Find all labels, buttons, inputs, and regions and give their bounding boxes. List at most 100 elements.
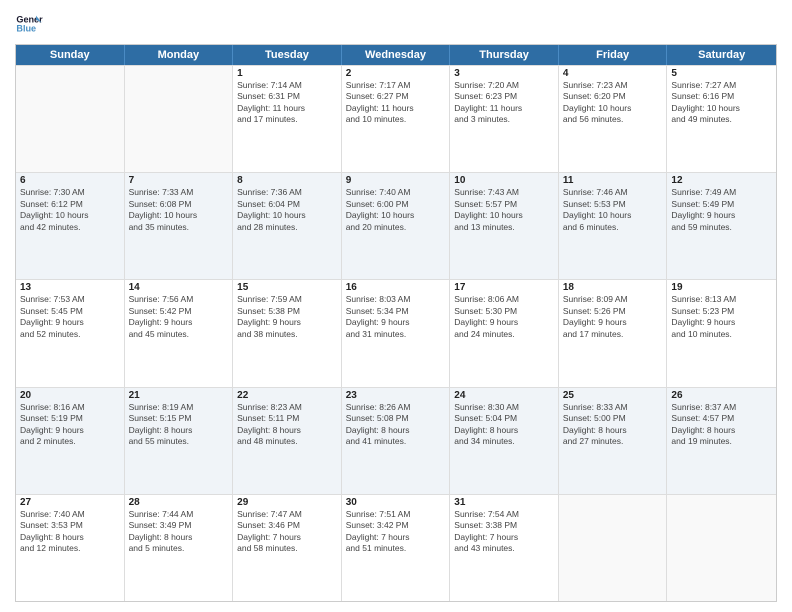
calendar-day-7: 7Sunrise: 7:33 AM Sunset: 6:08 PM Daylig… <box>125 173 234 279</box>
day-info: Sunrise: 7:23 AM Sunset: 6:20 PM Dayligh… <box>563 80 663 126</box>
day-info: Sunrise: 8:19 AM Sunset: 5:15 PM Dayligh… <box>129 402 229 448</box>
calendar-day-23: 23Sunrise: 8:26 AM Sunset: 5:08 PM Dayli… <box>342 388 451 494</box>
header-day-wednesday: Wednesday <box>342 45 451 65</box>
day-number: 16 <box>346 282 446 293</box>
calendar-day-17: 17Sunrise: 8:06 AM Sunset: 5:30 PM Dayli… <box>450 280 559 386</box>
day-info: Sunrise: 7:59 AM Sunset: 5:38 PM Dayligh… <box>237 294 337 340</box>
calendar-day-31: 31Sunrise: 7:54 AM Sunset: 3:38 PM Dayli… <box>450 495 559 601</box>
day-info: Sunrise: 7:30 AM Sunset: 6:12 PM Dayligh… <box>20 187 120 233</box>
day-number: 30 <box>346 497 446 508</box>
calendar-day-29: 29Sunrise: 7:47 AM Sunset: 3:46 PM Dayli… <box>233 495 342 601</box>
day-number: 11 <box>563 175 663 186</box>
calendar-day-8: 8Sunrise: 7:36 AM Sunset: 6:04 PM Daylig… <box>233 173 342 279</box>
calendar-body: 1Sunrise: 7:14 AM Sunset: 6:31 PM Daylig… <box>16 65 776 601</box>
calendar-day-6: 6Sunrise: 7:30 AM Sunset: 6:12 PM Daylig… <box>16 173 125 279</box>
day-number: 3 <box>454 68 554 79</box>
day-info: Sunrise: 8:37 AM Sunset: 4:57 PM Dayligh… <box>671 402 772 448</box>
day-info: Sunrise: 7:49 AM Sunset: 5:49 PM Dayligh… <box>671 187 772 233</box>
day-number: 6 <box>20 175 120 186</box>
calendar-day-19: 19Sunrise: 8:13 AM Sunset: 5:23 PM Dayli… <box>667 280 776 386</box>
day-number: 9 <box>346 175 446 186</box>
calendar-day-10: 10Sunrise: 7:43 AM Sunset: 5:57 PM Dayli… <box>450 173 559 279</box>
day-info: Sunrise: 8:09 AM Sunset: 5:26 PM Dayligh… <box>563 294 663 340</box>
day-info: Sunrise: 7:53 AM Sunset: 5:45 PM Dayligh… <box>20 294 120 340</box>
day-info: Sunrise: 8:03 AM Sunset: 5:34 PM Dayligh… <box>346 294 446 340</box>
day-info: Sunrise: 8:30 AM Sunset: 5:04 PM Dayligh… <box>454 402 554 448</box>
day-info: Sunrise: 7:46 AM Sunset: 5:53 PM Dayligh… <box>563 187 663 233</box>
day-info: Sunrise: 8:16 AM Sunset: 5:19 PM Dayligh… <box>20 402 120 448</box>
day-number: 21 <box>129 390 229 401</box>
calendar-day-9: 9Sunrise: 7:40 AM Sunset: 6:00 PM Daylig… <box>342 173 451 279</box>
calendar-day-12: 12Sunrise: 7:49 AM Sunset: 5:49 PM Dayli… <box>667 173 776 279</box>
calendar-day-1: 1Sunrise: 7:14 AM Sunset: 6:31 PM Daylig… <box>233 66 342 172</box>
day-info: Sunrise: 7:47 AM Sunset: 3:46 PM Dayligh… <box>237 509 337 555</box>
calendar-week-3: 13Sunrise: 7:53 AM Sunset: 5:45 PM Dayli… <box>16 279 776 386</box>
day-info: Sunrise: 7:44 AM Sunset: 3:49 PM Dayligh… <box>129 509 229 555</box>
calendar-day-4: 4Sunrise: 7:23 AM Sunset: 6:20 PM Daylig… <box>559 66 668 172</box>
calendar-empty-cell <box>559 495 668 601</box>
day-number: 12 <box>671 175 772 186</box>
day-info: Sunrise: 7:17 AM Sunset: 6:27 PM Dayligh… <box>346 80 446 126</box>
day-number: 8 <box>237 175 337 186</box>
day-info: Sunrise: 7:33 AM Sunset: 6:08 PM Dayligh… <box>129 187 229 233</box>
calendar-empty-cell <box>16 66 125 172</box>
header-day-sunday: Sunday <box>16 45 125 65</box>
day-number: 13 <box>20 282 120 293</box>
calendar-week-2: 6Sunrise: 7:30 AM Sunset: 6:12 PM Daylig… <box>16 172 776 279</box>
day-number: 23 <box>346 390 446 401</box>
calendar-day-21: 21Sunrise: 8:19 AM Sunset: 5:15 PM Dayli… <box>125 388 234 494</box>
calendar-day-24: 24Sunrise: 8:30 AM Sunset: 5:04 PM Dayli… <box>450 388 559 494</box>
day-number: 20 <box>20 390 120 401</box>
calendar-empty-cell <box>125 66 234 172</box>
day-number: 22 <box>237 390 337 401</box>
page: General Blue SundayMondayTuesdayWednesda… <box>0 0 792 612</box>
calendar-day-25: 25Sunrise: 8:33 AM Sunset: 5:00 PM Dayli… <box>559 388 668 494</box>
day-number: 10 <box>454 175 554 186</box>
day-info: Sunrise: 7:43 AM Sunset: 5:57 PM Dayligh… <box>454 187 554 233</box>
day-info: Sunrise: 7:56 AM Sunset: 5:42 PM Dayligh… <box>129 294 229 340</box>
header-day-thursday: Thursday <box>450 45 559 65</box>
day-info: Sunrise: 7:54 AM Sunset: 3:38 PM Dayligh… <box>454 509 554 555</box>
calendar-day-28: 28Sunrise: 7:44 AM Sunset: 3:49 PM Dayli… <box>125 495 234 601</box>
day-number: 24 <box>454 390 554 401</box>
day-number: 14 <box>129 282 229 293</box>
day-info: Sunrise: 7:14 AM Sunset: 6:31 PM Dayligh… <box>237 80 337 126</box>
calendar-day-26: 26Sunrise: 8:37 AM Sunset: 4:57 PM Dayli… <box>667 388 776 494</box>
day-info: Sunrise: 7:36 AM Sunset: 6:04 PM Dayligh… <box>237 187 337 233</box>
calendar-day-22: 22Sunrise: 8:23 AM Sunset: 5:11 PM Dayli… <box>233 388 342 494</box>
day-number: 1 <box>237 68 337 79</box>
calendar-day-18: 18Sunrise: 8:09 AM Sunset: 5:26 PM Dayli… <box>559 280 668 386</box>
header-day-monday: Monday <box>125 45 234 65</box>
day-number: 19 <box>671 282 772 293</box>
calendar-day-14: 14Sunrise: 7:56 AM Sunset: 5:42 PM Dayli… <box>125 280 234 386</box>
header-day-saturday: Saturday <box>667 45 776 65</box>
day-info: Sunrise: 7:20 AM Sunset: 6:23 PM Dayligh… <box>454 80 554 126</box>
calendar-day-2: 2Sunrise: 7:17 AM Sunset: 6:27 PM Daylig… <box>342 66 451 172</box>
day-number: 5 <box>671 68 772 79</box>
day-number: 29 <box>237 497 337 508</box>
calendar-week-4: 20Sunrise: 8:16 AM Sunset: 5:19 PM Dayli… <box>16 387 776 494</box>
calendar-day-27: 27Sunrise: 7:40 AM Sunset: 3:53 PM Dayli… <box>16 495 125 601</box>
logo: General Blue <box>15 10 43 38</box>
day-number: 15 <box>237 282 337 293</box>
calendar-day-16: 16Sunrise: 8:03 AM Sunset: 5:34 PM Dayli… <box>342 280 451 386</box>
calendar-day-5: 5Sunrise: 7:27 AM Sunset: 6:16 PM Daylig… <box>667 66 776 172</box>
day-info: Sunrise: 8:26 AM Sunset: 5:08 PM Dayligh… <box>346 402 446 448</box>
day-number: 4 <box>563 68 663 79</box>
day-info: Sunrise: 7:40 AM Sunset: 6:00 PM Dayligh… <box>346 187 446 233</box>
header: General Blue <box>15 10 777 38</box>
calendar-day-15: 15Sunrise: 7:59 AM Sunset: 5:38 PM Dayli… <box>233 280 342 386</box>
calendar-day-11: 11Sunrise: 7:46 AM Sunset: 5:53 PM Dayli… <box>559 173 668 279</box>
day-info: Sunrise: 8:13 AM Sunset: 5:23 PM Dayligh… <box>671 294 772 340</box>
day-number: 2 <box>346 68 446 79</box>
day-number: 26 <box>671 390 772 401</box>
calendar-header: SundayMondayTuesdayWednesdayThursdayFrid… <box>16 45 776 65</box>
logo-icon: General Blue <box>15 10 43 38</box>
day-number: 18 <box>563 282 663 293</box>
day-info: Sunrise: 7:51 AM Sunset: 3:42 PM Dayligh… <box>346 509 446 555</box>
day-number: 28 <box>129 497 229 508</box>
calendar-week-5: 27Sunrise: 7:40 AM Sunset: 3:53 PM Dayli… <box>16 494 776 601</box>
day-number: 27 <box>20 497 120 508</box>
calendar-day-13: 13Sunrise: 7:53 AM Sunset: 5:45 PM Dayli… <box>16 280 125 386</box>
day-number: 31 <box>454 497 554 508</box>
